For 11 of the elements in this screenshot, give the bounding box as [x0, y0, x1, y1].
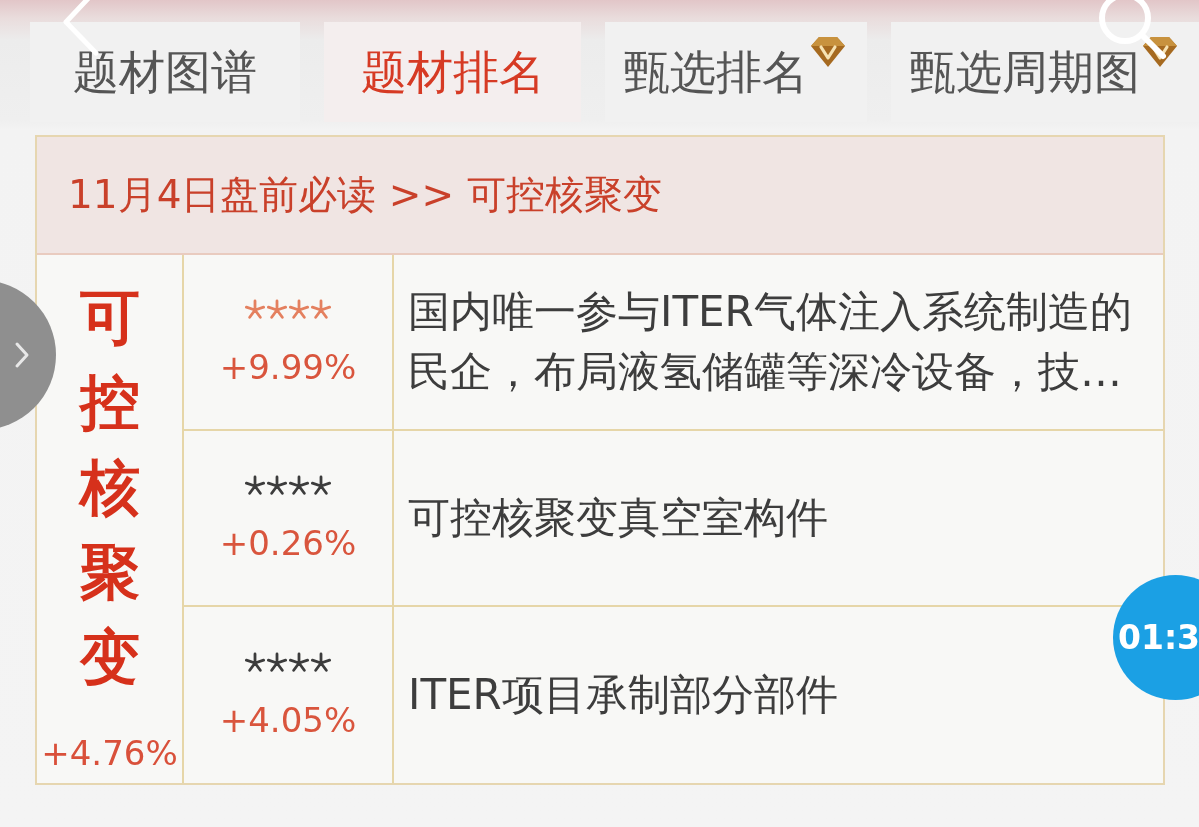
- tab[interactable]: 题材排名: [324, 22, 581, 122]
- description-text: 国内唯一参与ITER气体注入系统制造的民企，布局液氢储罐等深冷设备，技…: [408, 286, 1133, 398]
- chevron-right-icon: [14, 341, 30, 369]
- change-percent: +9.99%: [219, 349, 357, 385]
- change-percent: +0.26%: [219, 525, 357, 561]
- card-header: 11月4日盘前必读 >> 可控核聚变: [37, 137, 1163, 255]
- theme-name: 可控核聚变: [79, 281, 140, 694]
- change-percent: +4.05%: [219, 702, 357, 738]
- description-text: 可控核聚变真空室构件: [408, 492, 828, 544]
- description-text: ITER项目承制部分部件: [408, 669, 838, 721]
- theme-change: +4.76%: [41, 733, 178, 773]
